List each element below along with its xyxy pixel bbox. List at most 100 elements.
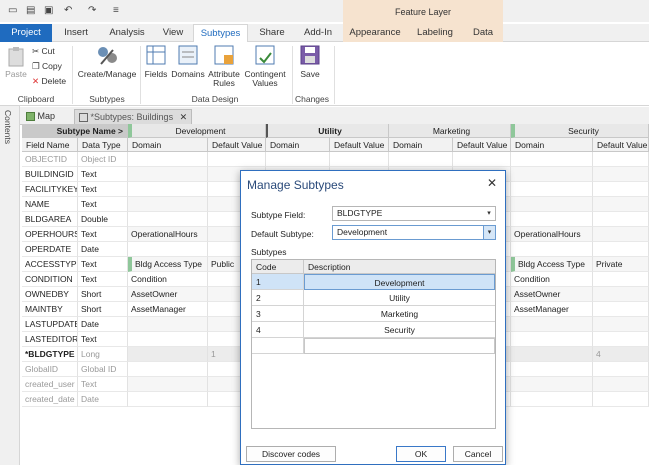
default-subtype-select[interactable]: Development ▾ [332,225,496,240]
group-header-marketing[interactable]: Marketing [389,124,511,138]
code-cell[interactable]: 4 [252,322,304,338]
field-name-cell[interactable]: LASTUPDATE [22,317,78,332]
subtype-field-select[interactable]: BLDGTYPE ▾ [332,206,496,221]
group-header-utility[interactable]: Utility [266,124,389,138]
field-name-cell[interactable]: MAINTBY [22,302,78,317]
domain-cell[interactable] [511,167,593,182]
domain-cell[interactable] [128,212,208,227]
domain-cell[interactable] [128,167,208,182]
field-name-cell[interactable]: BLDGAREA [22,212,78,227]
field-name-cell[interactable]: OWNEDBY [22,287,78,302]
redo-icon[interactable]: ↷ [88,5,96,16]
default-value-cell[interactable] [208,152,266,167]
create-manage-button[interactable]: Create/Manage [76,44,138,79]
field-name-cell[interactable]: *BLDGTYPE [22,347,78,362]
data-type-cell[interactable]: Text [78,272,128,287]
domain-cell[interactable]: Bldg Access Type [128,257,208,272]
code-cell[interactable]: 3 [252,306,304,322]
domain-cell[interactable] [128,152,208,167]
domain-cell[interactable]: Condition [128,272,208,287]
tab-share[interactable]: Share [252,24,292,42]
domain-cell[interactable] [511,392,593,407]
domain-cell[interactable] [511,362,593,377]
data-type-cell[interactable]: Global ID [78,362,128,377]
discover-codes-button[interactable]: Discover codes [246,446,336,462]
group-header-development[interactable]: Development [128,124,266,138]
contents-pane-tab[interactable]: Contents [0,106,20,465]
field-name-cell[interactable]: CONDITION [22,272,78,287]
attribute-rules-button[interactable]: Attribute Rules [206,44,242,88]
tab-labeling[interactable]: Labeling [407,24,463,42]
description-cell[interactable]: Security [304,322,495,338]
code-cell[interactable] [252,338,304,354]
data-type-cell[interactable]: Text [78,332,128,347]
data-type-cell[interactable]: Date [78,392,128,407]
close-tab-icon[interactable]: ✕ [180,112,188,122]
tab-project[interactable]: Project [0,24,52,42]
domain-cell[interactable] [128,242,208,257]
data-type-cell[interactable]: Text [78,182,128,197]
domain-cell[interactable] [511,317,593,332]
default-value-cell[interactable] [593,272,649,287]
data-type-cell[interactable]: Text [78,167,128,182]
field-name-cell[interactable]: created_user [22,377,78,392]
field-name-cell[interactable]: OPERHOURS [22,227,78,242]
data-type-cell[interactable]: Text [78,227,128,242]
fields-button[interactable]: Fields [142,44,170,79]
undo-icon[interactable]: ↶ [64,5,72,16]
default-value-cell[interactable] [330,152,389,167]
description-cell[interactable]: Development [304,274,495,290]
domain-cell[interactable] [128,377,208,392]
data-type-cell[interactable]: Short [78,302,128,317]
default-value-cell[interactable] [593,317,649,332]
description-cell[interactable]: Utility [304,290,495,306]
domain-cell[interactable] [511,377,593,392]
default-value-cell[interactable] [593,227,649,242]
close-icon[interactable]: ✕ [487,176,497,190]
field-name-cell[interactable]: BUILDINGID [22,167,78,182]
domain-cell[interactable] [511,347,593,362]
ok-button[interactable]: OK [396,446,446,462]
paste-button[interactable]: Paste [4,46,28,79]
domain-cell[interactable] [128,392,208,407]
data-type-cell[interactable]: Text [78,377,128,392]
field-name-cell[interactable]: created_date [22,392,78,407]
domain-cell[interactable]: Bldg Access Type [511,257,593,272]
default-value-cell[interactable] [593,332,649,347]
save-edits-button[interactable]: Save [296,44,324,79]
domain-cell[interactable] [511,182,593,197]
domain-cell[interactable]: OperationalHours [511,227,593,242]
domain-cell[interactable] [128,362,208,377]
default-value-cell[interactable] [593,197,649,212]
field-name-cell[interactable]: FACILITYKEY [22,182,78,197]
domain-cell[interactable] [389,152,453,167]
tab-add-in[interactable]: Add-In [296,24,340,42]
save-icon[interactable]: ▣ [44,5,53,16]
tab-analysis[interactable]: Analysis [104,24,150,42]
data-type-cell[interactable]: Object ID [78,152,128,167]
default-value-cell[interactable] [593,212,649,227]
code-cell[interactable]: 1 [252,274,304,290]
domain-cell[interactable] [511,152,593,167]
data-type-cell[interactable]: Date [78,242,128,257]
domain-cell[interactable]: AssetManager [511,302,593,317]
customize-icon[interactable]: ≡ [113,5,119,16]
field-name-cell[interactable]: LASTEDITOR [22,332,78,347]
domain-cell[interactable] [128,182,208,197]
cut-button[interactable]: ✂ Cut [32,46,55,57]
domain-cell[interactable] [128,317,208,332]
default-value-cell[interactable]: 4 [593,347,649,362]
data-type-cell[interactable]: Long [78,347,128,362]
field-name-cell[interactable]: OBJECTID [22,152,78,167]
default-value-cell[interactable] [593,167,649,182]
description-cell[interactable] [304,338,495,354]
default-value-cell[interactable] [593,377,649,392]
default-value-cell[interactable] [593,242,649,257]
domain-cell[interactable] [266,152,330,167]
default-value-cell[interactable] [593,152,649,167]
field-name-cell[interactable]: OPERDATE [22,242,78,257]
domain-cell[interactable] [511,197,593,212]
data-type-cell[interactable]: Double [78,212,128,227]
domains-button[interactable]: Domains [170,44,206,79]
domain-cell[interactable]: AssetOwner [511,287,593,302]
